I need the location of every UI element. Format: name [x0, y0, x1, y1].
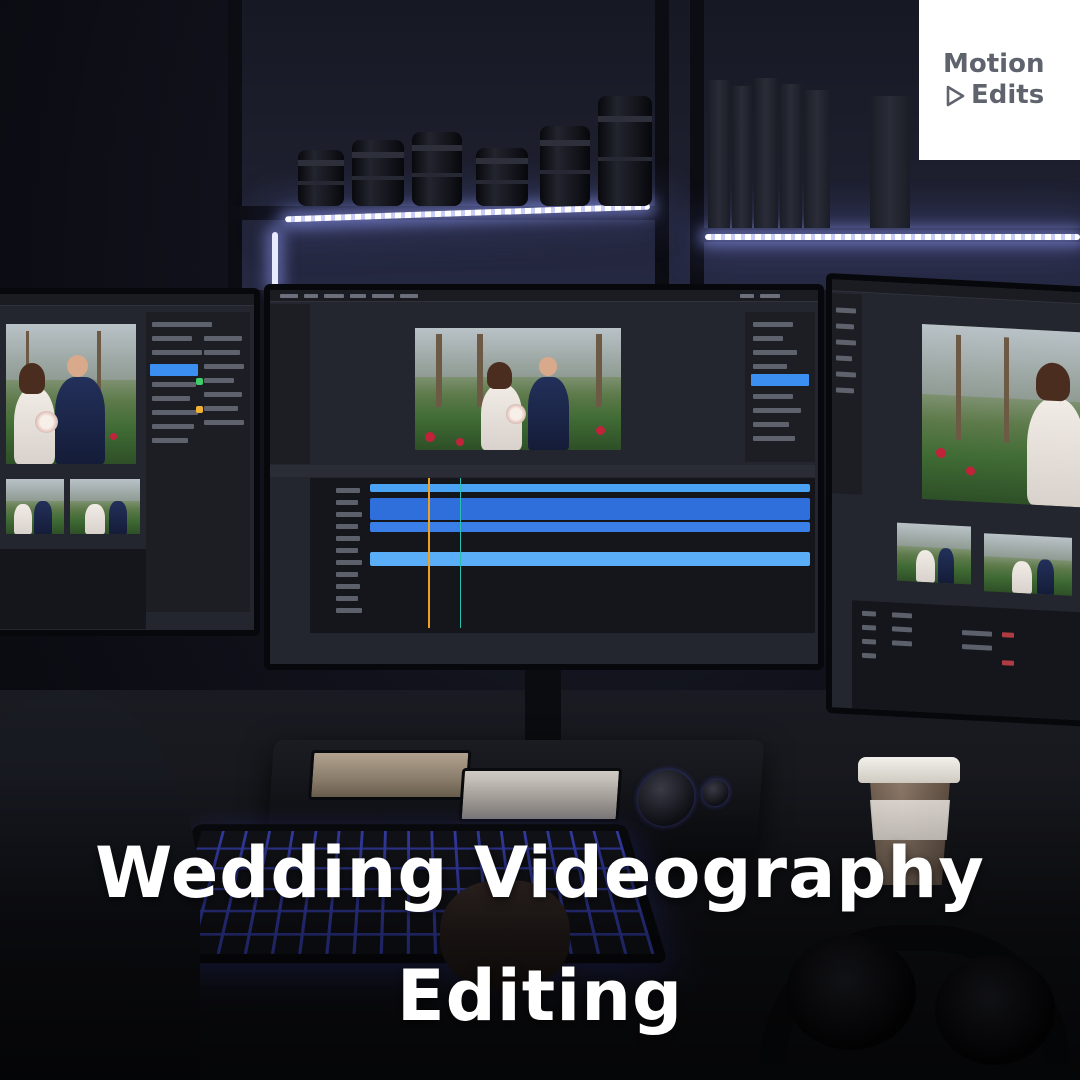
play-icon	[946, 85, 965, 106]
shelf-post	[690, 0, 704, 290]
center-monitor	[264, 284, 824, 670]
left-monitor-screen	[0, 294, 254, 630]
camera-lens	[540, 126, 590, 206]
shelf-post	[228, 0, 242, 290]
brand-logo: Motion Edits	[919, 0, 1080, 160]
left-monitor	[0, 288, 260, 636]
clip-thumbnail	[984, 533, 1072, 596]
camera-lens	[298, 150, 344, 206]
logo-text-line1: Motion	[943, 49, 1045, 79]
video-preview	[415, 328, 621, 450]
headline-line1: Wedding Videography	[95, 832, 985, 914]
logo-line2: Edits	[943, 80, 1080, 111]
camera-lens	[598, 96, 652, 206]
tool-sidebar	[832, 293, 862, 495]
led-light-strip	[272, 232, 278, 287]
led-light-strip	[705, 234, 1080, 240]
photo-scene	[0, 0, 1080, 1080]
logo-text-line2: Edits	[971, 80, 1045, 110]
shelf-book	[804, 90, 830, 228]
camera-lens	[412, 132, 462, 206]
shelf-book	[732, 86, 752, 228]
video-track-clip[interactable]	[370, 498, 810, 520]
clip-thumbnail	[70, 479, 140, 534]
media-browser-panel	[146, 312, 250, 612]
video-track-clip[interactable]	[370, 484, 810, 492]
shelf-post	[655, 0, 669, 290]
menu-bar	[270, 290, 818, 302]
timeline-marker	[460, 478, 461, 628]
camera-lens	[352, 140, 404, 206]
camera-lens	[476, 148, 528, 206]
shelf-book	[754, 78, 778, 228]
timeline-panel	[310, 478, 815, 633]
center-monitor-screen	[270, 290, 818, 664]
shelf-book	[708, 80, 730, 228]
timeline-panel	[0, 549, 146, 629]
right-monitor-screen	[832, 279, 1080, 721]
clip-thumbnail	[897, 522, 971, 585]
effects-panel	[745, 312, 815, 462]
timeline-toolbar	[270, 465, 815, 477]
clip-thumbnail	[6, 479, 64, 534]
video-preview	[6, 324, 136, 464]
right-monitor	[826, 272, 1080, 728]
audio-track-clip[interactable]	[370, 552, 810, 566]
video-preview	[922, 323, 1080, 508]
timeline-playhead[interactable]	[428, 478, 430, 628]
shelf-book	[780, 84, 802, 228]
tool-sidebar	[270, 304, 310, 464]
shelf-book	[870, 96, 910, 228]
video-track-clip[interactable]	[370, 522, 810, 532]
monitor-stand	[525, 670, 561, 750]
timeline-panel	[852, 600, 1080, 721]
menu-bar	[0, 294, 254, 306]
headline-line2: Editing	[396, 955, 684, 1037]
